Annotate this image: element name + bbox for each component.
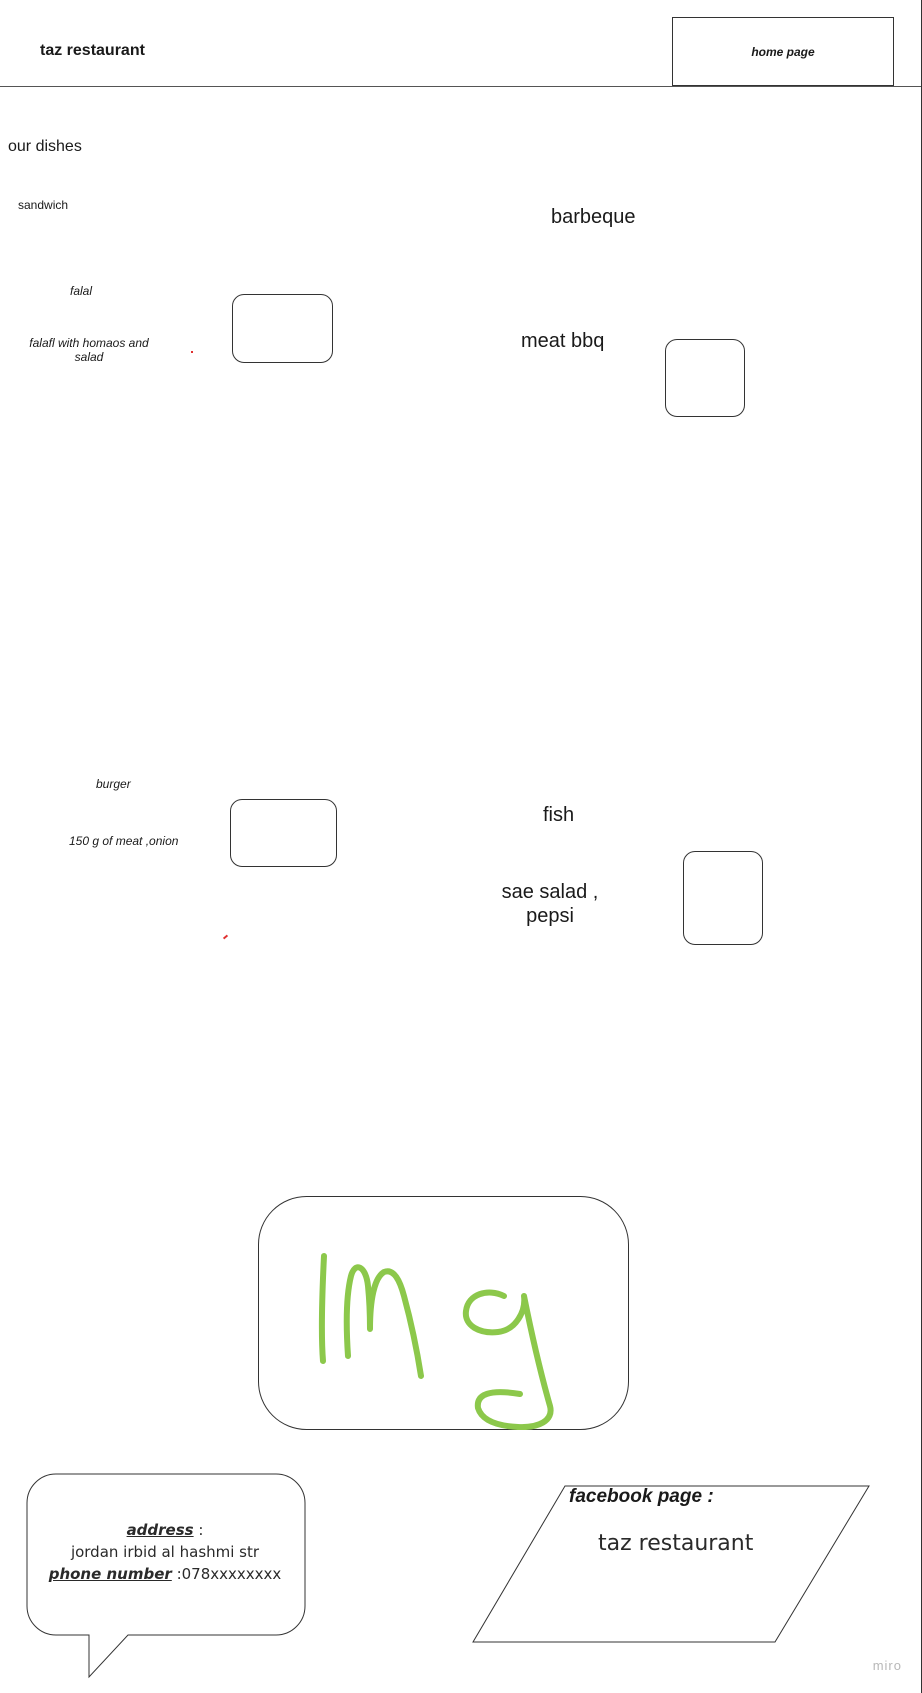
img-letter-g: [462, 1289, 554, 1431]
falafel-dish-name: falal: [70, 284, 93, 298]
miro-watermark: miro: [872, 1658, 902, 1673]
falafel-dish-description: falafl with homaos and salad: [29, 336, 149, 364]
facebook-page-link[interactable]: taz restaurant: [598, 1531, 753, 1556]
restaurant-title: taz restaurant: [40, 42, 145, 59]
falafel-image-placeholder: [232, 294, 333, 363]
red-mark: [191, 351, 193, 353]
fish-description-line-2: pepsi: [526, 905, 574, 927]
burger-image-placeholder: [230, 799, 337, 867]
address-label: address: [126, 1521, 194, 1539]
img-handwriting: [318, 1253, 554, 1431]
img-letter-m: [343, 1264, 424, 1379]
img-sketch: [258, 1196, 629, 1431]
burger-dish-name: burger: [96, 777, 131, 791]
meat-bbq-image-placeholder: [665, 339, 745, 417]
image-frame: [258, 1196, 629, 1430]
image-placeholder: [258, 1196, 629, 1431]
fish-description-line-1: sae salad ,: [501, 881, 599, 903]
address-value: jordan irbid al hashmi str: [70, 1543, 260, 1561]
facebook-callout: [472, 1485, 872, 1643]
fish-dish-name: fish: [543, 804, 575, 826]
burger-dish-description: 150 g of meat ,onion: [69, 834, 179, 848]
phone-line: phone number :078xxxxxxxx: [27, 1563, 303, 1585]
barbeque-category-label: barbeque: [551, 206, 636, 228]
fish-dish-description: sae salad , pepsi: [485, 880, 615, 928]
address-block: address : jordan irbid al hashmi str pho…: [27, 1519, 303, 1585]
parallelogram-shape: [472, 1485, 870, 1643]
sandwich-category-label: sandwich: [18, 198, 69, 212]
meat-bbq-dish-name: meat bbq: [521, 330, 605, 352]
phone-value: :078xxxxxxxx: [176, 1565, 282, 1583]
img-letter-i: [318, 1253, 327, 1364]
phone-label: phone number: [48, 1565, 172, 1583]
facebook-page-label: facebook page :: [569, 1486, 714, 1507]
section-title: our dishes: [8, 138, 82, 155]
fish-image-placeholder: [683, 851, 763, 945]
address-line: address :: [126, 1521, 204, 1539]
header-divider: [0, 86, 921, 87]
home-page-button[interactable]: home page: [672, 17, 894, 86]
red-mark: [222, 934, 229, 940]
